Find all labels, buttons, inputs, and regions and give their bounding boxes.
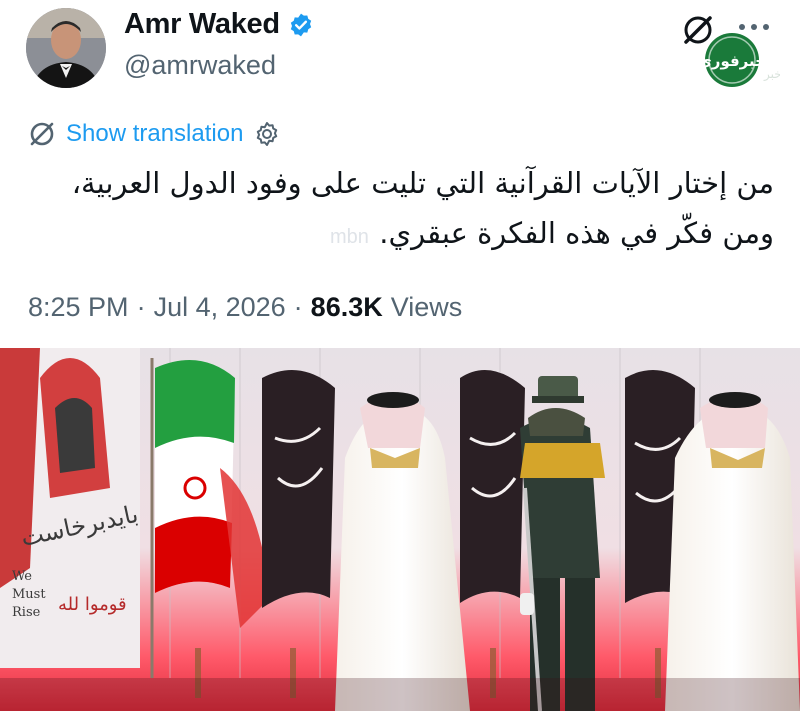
banner-word: Must [12, 587, 46, 602]
author-name[interactable]: Amr Waked [124, 8, 280, 41]
tweet-line: من إختار الآيات القرآنية التي تليت على و… [71, 166, 774, 200]
settings-gear-icon[interactable] [253, 120, 281, 148]
svg-text:خبرفوری: خبرفوری [700, 52, 766, 70]
tweet-line: ومن فكّر في هذه الفكرة عبقري. [379, 216, 774, 250]
author-name-row: Amr Waked [124, 8, 314, 41]
views-label[interactable]: Views [391, 292, 463, 323]
author-handle[interactable]: @amrwaked [124, 50, 276, 81]
show-translation-link[interactable]: Show translation [66, 120, 243, 148]
show-translation-row[interactable]: Show translation [28, 120, 281, 148]
mbn-watermark: mbn [330, 226, 369, 248]
tweet-time[interactable]: 8:25 PM [28, 292, 129, 323]
khabar-fori-logo: خبرفوری خبر [698, 28, 782, 92]
meta-separator: · [136, 292, 146, 322]
svg-text:خبر: خبر [763, 67, 780, 82]
author-avatar[interactable] [26, 8, 106, 88]
meta-separator: · [293, 292, 303, 322]
views-count[interactable]: 86.3K [311, 292, 383, 323]
ceremony-photo: بایدبرخاست We Must Rise قوموا لله [0, 348, 800, 711]
verified-badge-icon [288, 12, 314, 38]
tweet-meta: 8:25 PM · Jul 4, 2026 · 86.3K Views [28, 292, 462, 323]
tweet-media-image[interactable]: بایدبرخاست We Must Rise قوموا لله [0, 348, 800, 711]
tweet-date[interactable]: Jul 4, 2026 [154, 292, 286, 323]
banner-arabic: قوموا لله [58, 594, 127, 615]
translate-off-icon [28, 120, 56, 148]
avatar-photo [26, 8, 106, 88]
tweet-text: من إختار الآيات القرآنية التي تليت على و… [14, 158, 774, 258]
banner-word: Rise [12, 605, 41, 620]
banner-word: We [12, 569, 32, 584]
